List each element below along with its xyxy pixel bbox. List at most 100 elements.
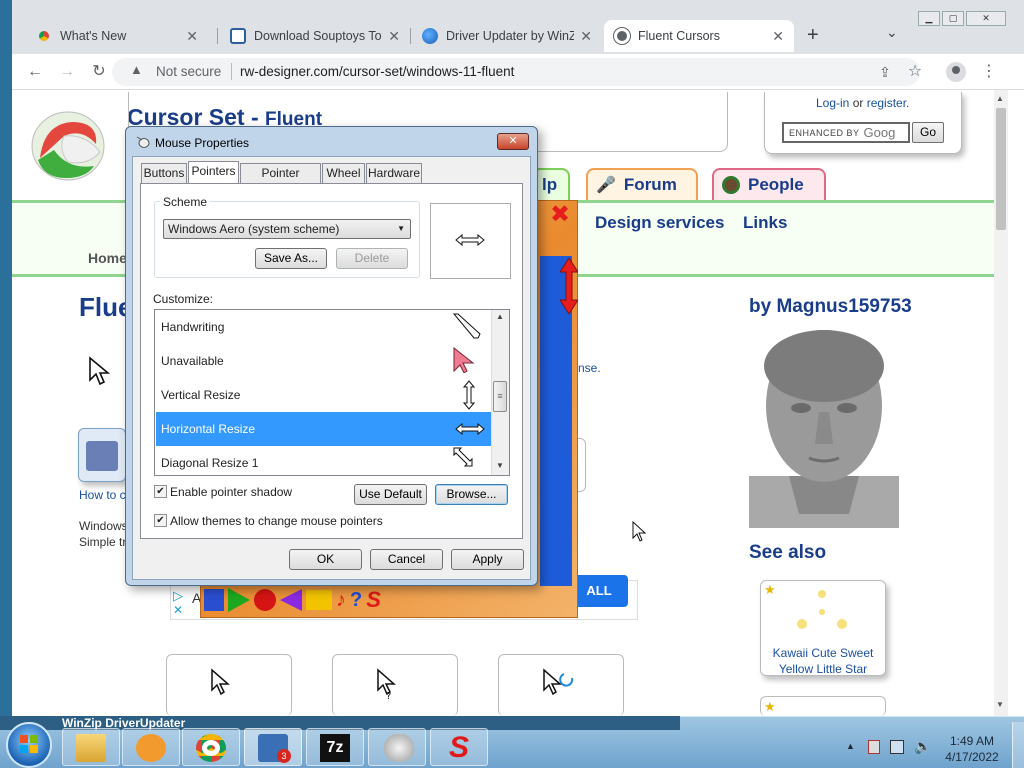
rewind-icon[interactable] [280, 589, 302, 611]
tab-buttons[interactable]: Buttons [141, 163, 187, 183]
ad-close-icon[interactable]: ✕ [173, 603, 183, 617]
login-link[interactable]: Log-in [816, 96, 849, 110]
volume-icon[interactable]: 🔈 [914, 738, 931, 755]
menu-dots-icon[interactable]: ⋮ [976, 60, 1002, 84]
close-tab-icon[interactable]: ✕ [388, 28, 400, 45]
author-link[interactable]: Magnus159753 [776, 296, 911, 317]
horizontal-resize-icon [455, 422, 485, 438]
ad-cta-button[interactable]: ALL [570, 575, 628, 607]
tool-bucket-icon[interactable] [204, 589, 224, 611]
media-player-icon [136, 734, 166, 762]
desktop-strip [0, 0, 12, 716]
how-to-link[interactable]: How to c [79, 488, 126, 502]
list-scroll-down-icon[interactable]: ▼ [496, 461, 504, 470]
ad-play-icon[interactable]: ▷ [173, 588, 183, 604]
ok-button[interactable]: OK [289, 549, 362, 570]
nav-tab-forum[interactable]: 🎤 Forum [586, 168, 698, 202]
security-label[interactable]: Not secure [156, 64, 221, 79]
action-center-icon[interactable] [868, 740, 880, 754]
network-icon[interactable] [890, 740, 904, 754]
list-scroll-thumb[interactable]: ≡ [493, 381, 507, 412]
author-line: by Magnus159753 [749, 296, 912, 318]
cursor-row-label: Diagonal Resize 1 [161, 456, 259, 470]
browse-button[interactable]: Browse... [435, 484, 508, 505]
chrome-favicon-icon [36, 28, 52, 44]
back-icon[interactable]: ← [22, 60, 48, 84]
preview-close-icon[interactable]: ✖ [550, 200, 570, 229]
tab-pointers[interactable]: Pointers [188, 161, 239, 184]
maximize-icon[interactable]: ▢ [942, 11, 964, 26]
cursor-row-vertical-resize[interactable]: Vertical Resize [156, 378, 491, 412]
cursor-row-unavailable[interactable]: Unavailable [156, 344, 491, 378]
scroll-down-icon[interactable]: ▼ [996, 700, 1004, 709]
help-tool-icon[interactable]: ? [350, 589, 362, 612]
profile-avatar-icon[interactable] [946, 62, 966, 82]
download-card[interactable] [78, 428, 126, 482]
s-tool-icon[interactable]: S [366, 587, 381, 613]
cursor-row-diagonal-resize[interactable]: Diagonal Resize 1 [156, 446, 491, 480]
site-logo[interactable] [28, 106, 108, 184]
license-link[interactable]: nse. [578, 361, 601, 375]
mouse-title-icon [136, 136, 150, 148]
author-avatar[interactable] [749, 326, 899, 528]
nav-design-services[interactable]: Design services [595, 213, 724, 233]
pointer-shadow-checkbox[interactable]: ✔ [154, 485, 167, 498]
close-tab-icon[interactable]: ✕ [186, 28, 198, 45]
tab-pointer-options[interactable]: Pointer Options [240, 163, 321, 198]
url-text[interactable]: rw-designer.com/cursor-set/windows-11-fl… [240, 64, 514, 79]
start-button[interactable] [6, 722, 52, 768]
tab-driver-updater[interactable]: Driver Updater by WinZip ✕ [412, 20, 602, 52]
tab-search-button[interactable]: ⌄ [886, 24, 898, 41]
arrow-cursor-preview-icon [88, 356, 111, 386]
breadcrumb-home[interactable]: Home [88, 250, 127, 266]
record-icon[interactable] [254, 589, 276, 611]
tab-hardware[interactable]: Hardware [366, 163, 422, 183]
register-link[interactable]: register. [867, 96, 910, 110]
google-search-input[interactable]: ENHANCED BY Goog [782, 122, 910, 143]
share-icon[interactable]: ⇪ [872, 60, 898, 84]
list-scroll-up-icon[interactable]: ▲ [496, 312, 504, 321]
bookmark-star-icon[interactable]: ☆ [902, 60, 928, 84]
cursor-row-horizontal-resize[interactable]: Horizontal Resize [156, 412, 491, 446]
use-default-button[interactable]: Use Default [354, 484, 427, 505]
system-clock[interactable]: 1:49 AM 4/17/2022 [940, 733, 1004, 765]
close-tab-icon[interactable]: ✕ [772, 28, 784, 45]
minimize-icon[interactable]: ▁ [918, 11, 940, 26]
dialog-title: Mouse Properties [155, 136, 250, 150]
cursor-row-label: Vertical Resize [161, 388, 241, 402]
close-window-icon[interactable]: ✕ [966, 11, 1006, 26]
close-tab-icon[interactable]: ✕ [580, 28, 592, 45]
allow-themes-label: Allow themes to change mouse pointers [170, 514, 383, 528]
see-also-card[interactable] [760, 696, 886, 716]
scroll-up-icon[interactable]: ▲ [996, 94, 1004, 103]
play-icon[interactable] [228, 588, 250, 612]
pen-tool-icon[interactable]: ♪ [336, 589, 346, 612]
tab-souptoys[interactable]: Download Souptoys Toys ✕ [220, 20, 410, 52]
new-tab-button[interactable]: + [807, 24, 819, 47]
see-also-title[interactable]: Kawaii Cute Sweet Yellow Little Star [764, 645, 882, 677]
tab-wheel[interactable]: Wheel [322, 163, 365, 183]
search-go-button[interactable]: Go [912, 122, 944, 143]
forward-icon[interactable]: → [54, 60, 80, 84]
cursor-row-handwriting[interactable]: Handwriting [156, 310, 491, 344]
nav-links[interactable]: Links [743, 213, 787, 233]
tab-whats-new[interactable]: What's New ✕ [26, 20, 208, 52]
delete-button[interactable]: Delete [336, 248, 408, 269]
working-cursor-icon [542, 668, 578, 699]
scheme-select[interactable]: Windows Aero (system scheme) ▼ [163, 219, 411, 239]
show-desktop-button[interactable] [1012, 722, 1024, 768]
save-as-button[interactable]: Save As... [255, 248, 327, 269]
apply-button[interactable]: Apply [451, 549, 524, 570]
scrollbar-thumb[interactable] [996, 108, 1006, 230]
address-bar[interactable] [112, 58, 920, 86]
svg-text:?: ? [386, 691, 391, 700]
allow-themes-checkbox[interactable]: ✔ [154, 514, 167, 527]
show-hidden-icons[interactable]: ▲ [846, 741, 855, 751]
nav-tab-people[interactable]: People [712, 168, 826, 202]
cancel-button[interactable]: Cancel [370, 549, 443, 570]
tab-fluent-cursors[interactable]: Fluent Cursors ✕ [604, 20, 794, 52]
stop-icon[interactable] [306, 590, 332, 610]
reload-icon[interactable]: ↻ [86, 60, 112, 84]
dialog-close-icon[interactable]: ✕ [497, 133, 529, 150]
warning-icon[interactable]: ▲ [130, 62, 143, 77]
